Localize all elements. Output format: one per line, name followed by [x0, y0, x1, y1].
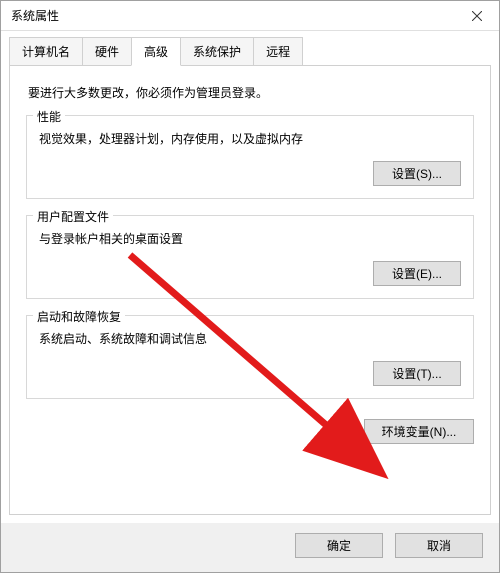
- tab-advanced[interactable]: 高级: [131, 37, 181, 66]
- close-button[interactable]: [454, 1, 499, 31]
- group-user-profiles: 用户配置文件 与登录帐户相关的桌面设置 设置(E)...: [26, 215, 474, 299]
- tab-remote[interactable]: 远程: [253, 37, 303, 66]
- ok-button[interactable]: 确定: [295, 533, 383, 558]
- tab-strip: 计算机名 硬件 高级 系统保护 远程: [1, 31, 499, 66]
- group-user-profiles-title: 用户配置文件: [33, 208, 113, 225]
- group-performance-desc: 视觉效果，处理器计划，内存使用，以及虚拟内存: [39, 130, 461, 147]
- window-title: 系统属性: [11, 7, 454, 24]
- tab-hardware[interactable]: 硬件: [82, 37, 132, 66]
- user-profiles-settings-button[interactable]: 设置(E)...: [373, 261, 461, 286]
- group-user-profiles-desc: 与登录帐户相关的桌面设置: [39, 230, 461, 247]
- system-properties-window: 系统属性 计算机名 硬件 高级 系统保护 远程 要进行大多数更改，你必须作为管理…: [0, 0, 500, 573]
- performance-settings-button[interactable]: 设置(S)...: [373, 161, 461, 186]
- admin-notice: 要进行大多数更改，你必须作为管理员登录。: [28, 84, 472, 101]
- cancel-button[interactable]: 取消: [395, 533, 483, 558]
- environment-variables-button[interactable]: 环境变量(N)...: [364, 419, 474, 444]
- group-startup-recovery: 启动和故障恢复 系统启动、系统故障和调试信息 设置(T)...: [26, 315, 474, 399]
- dialog-footer: 确定 取消: [1, 523, 499, 572]
- tab-panel-advanced: 要进行大多数更改，你必须作为管理员登录。 性能 视觉效果，处理器计划，内存使用，…: [9, 65, 491, 515]
- group-performance-title: 性能: [33, 108, 65, 125]
- group-startup-recovery-desc: 系统启动、系统故障和调试信息: [39, 330, 461, 347]
- tab-system-protection[interactable]: 系统保护: [180, 37, 254, 66]
- titlebar: 系统属性: [1, 1, 499, 31]
- startup-recovery-settings-button[interactable]: 设置(T)...: [373, 361, 461, 386]
- group-performance: 性能 视觉效果，处理器计划，内存使用，以及虚拟内存 设置(S)...: [26, 115, 474, 199]
- close-icon: [472, 11, 482, 21]
- group-startup-recovery-title: 启动和故障恢复: [33, 308, 125, 325]
- tab-computer-name[interactable]: 计算机名: [9, 37, 83, 66]
